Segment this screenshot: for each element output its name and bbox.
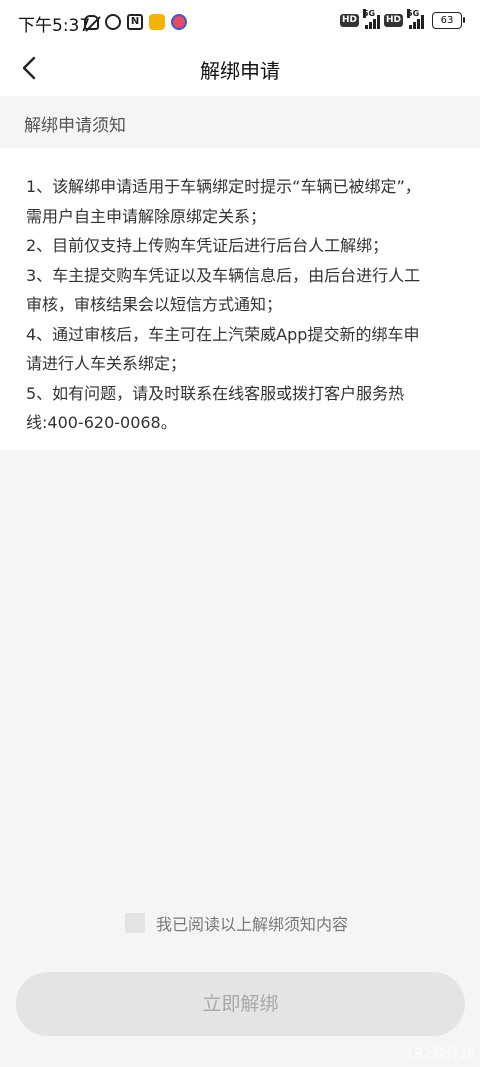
notice-line: 2、目前仅支持上传购车凭证后进行后台人工解绑； <box>26 236 389 255</box>
status-system-icons: HD 5G HD 5G 63 <box>339 8 465 29</box>
notice-line: 需用户自主申请解除原绑定关系； <box>26 206 267 226</box>
page-title: 解绑申请 <box>200 59 280 83</box>
notice-header-label: 解绑申请须知 <box>24 116 126 136</box>
alarm-icon <box>105 14 121 30</box>
hd-badge-2: HD <box>383 14 403 27</box>
signal-icon-1: 5G <box>362 8 380 29</box>
notice-line: 线:400-620-0068。 <box>26 413 177 432</box>
status-bar: 下午5:37 N HD 5G HD 5G 63 <box>0 0 480 42</box>
battery-icon: 63 <box>432 12 465 29</box>
status-time: 下午5:37 <box>18 16 91 36</box>
notice-line: 审核，审核结果会以短信方式通知； <box>26 295 283 314</box>
notice-line: 5、如有问题，请及时联系在线客服或拨打客户服务热 <box>26 383 405 403</box>
unbind-now-button[interactable]: 立即解绑 <box>16 972 465 1036</box>
hd-badge-1: HD <box>339 14 359 27</box>
watermark: 192软件站 <box>405 1046 474 1062</box>
agreement-label[interactable]: 我已阅读以上解绑须知内容 <box>156 911 348 935</box>
network-type-2: 5G <box>407 8 420 18</box>
notice-line: 请进行人车关系绑定； <box>26 354 187 373</box>
network-type-1: 5G <box>362 8 376 18</box>
notice-list: 1、该解绑申请适用于车辆绑定时提示“车辆已被绑定”， 需用户自主申请解除原绑定关… <box>26 172 456 438</box>
app-notification-icon <box>171 14 187 30</box>
notice-section-header: 解绑申请须知 <box>0 96 480 148</box>
notice-line: 3、车主提交购车凭证以及车辆信息后，由后台进行人工 <box>26 265 421 285</box>
nfc-icon: N <box>127 14 143 30</box>
agreement-row[interactable]: 我已阅读以上解绑须知内容 <box>125 911 348 935</box>
notice-line: 4、通过审核后，车主可在上汽荣威App提交新的绑车申 <box>26 324 420 344</box>
notice-line: 1、该解绑申请适用于车辆绑定时提示“车辆已被绑定”， <box>26 177 421 196</box>
message-app-icon <box>149 14 165 30</box>
agreement-checkbox[interactable] <box>125 913 145 933</box>
notice-content: 1、该解绑申请适用于车辆绑定时提示“车辆已被绑定”， 需用户自主申请解除原绑定关… <box>0 148 480 450</box>
status-notification-icons: N <box>84 12 187 32</box>
nav-bar: 解绑申请 <box>0 42 480 96</box>
signal-icon-2: 5G <box>407 8 424 29</box>
bell-off-icon <box>84 14 99 30</box>
